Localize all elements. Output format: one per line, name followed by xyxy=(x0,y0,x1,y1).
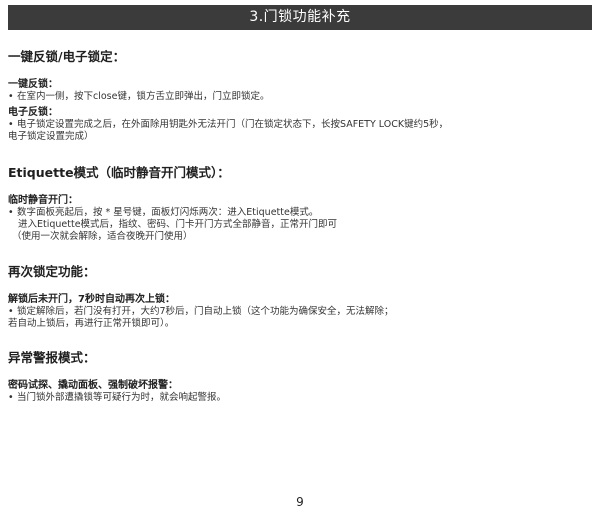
continued-text: 电子锁定设置完成） xyxy=(8,131,94,142)
page-title-bar: 3.门锁功能补充 xyxy=(8,5,592,30)
section-one-key-lock: 一键反锁/电子锁定： 一键反锁： 在室内一侧，按下close键，锁方舌立即弹出，… xyxy=(8,46,592,143)
subsection-title: 解锁后未开门，7秒时自动再次上锁： xyxy=(8,294,175,305)
subsection-title: 密码试探、撬动面板、强制破坏报警： xyxy=(8,380,178,391)
bullet-text: 电子锁定设置完成之后，在外面除用钥匙外无法开门（门在锁定状态下，长按SAFETY… xyxy=(8,119,592,131)
bullet-text: 当门锁外部遭撬锁等可疑行为时，就会响起警报。 xyxy=(8,392,592,404)
bullet-text: 在室内一侧，按下close键，锁方舌立即弹出，门立即锁定。 xyxy=(8,91,592,103)
subsection-title: 临时静音开门： xyxy=(8,195,78,206)
subsection-title: 电子反锁： xyxy=(8,107,58,118)
continued-text: 进入Etiquette模式后，指纹、密码、门卡开门方式全部静音，正常开门即可 xyxy=(18,219,338,230)
section-title: 再次锁定功能： xyxy=(8,264,96,279)
section-relock-function: 再次锁定功能： 解锁后未开门，7秒时自动再次上锁： 锁定解除后，若门没有打开，大… xyxy=(8,261,592,330)
section-title: 异常警报模式： xyxy=(8,350,96,365)
subsection-title: 一键反锁： xyxy=(8,79,58,90)
note-text: （使用一次就会解除，适合夜晚开门使用） xyxy=(12,231,193,242)
page-number: 9 xyxy=(296,495,304,509)
section-etiquette-mode: Etiquette模式（临时静音开门模式）： 临时静音开门： 数字面板亮起后，按… xyxy=(8,162,592,243)
section-title: 一键反锁/电子锁定： xyxy=(8,49,126,64)
bullet-text: 锁定解除后，若门没有打开，大约7秒后，门自动上锁（这个功能为确保安全，无法解除； xyxy=(8,306,592,318)
section-alarm-mode: 异常警报模式： 密码试探、撬动面板、强制破坏报警： 当门锁外部遭撬锁等可疑行为时… xyxy=(8,347,592,404)
section-title: Etiquette模式（临时静音开门模式）： xyxy=(8,165,230,180)
page-title: 3.门锁功能补充 xyxy=(249,9,351,25)
continued-text: 若自动上锁后，再进行正常开锁即可）。 xyxy=(8,318,175,329)
bullet-text: 数字面板亮起后，按 * 星号键，面板灯闪烁两次：进入Etiquette模式。 xyxy=(8,207,592,219)
